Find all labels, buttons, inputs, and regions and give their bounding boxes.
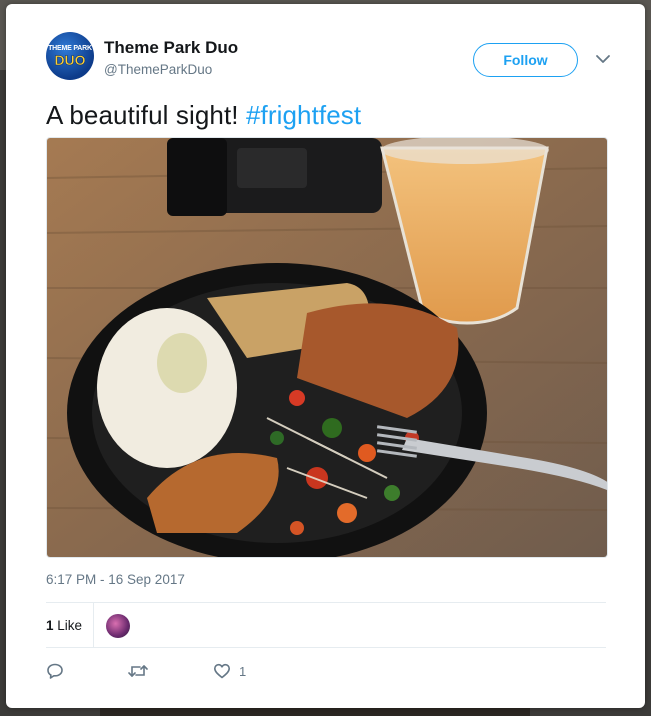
likes-label: Like [57, 618, 83, 633]
reply-button[interactable] [46, 660, 64, 682]
reply-icon [46, 662, 64, 680]
divider [46, 647, 606, 648]
like-button[interactable]: 1 [213, 660, 246, 682]
tweet-header: THEME PARK DUO Theme Park Duo @ThemePark… [46, 32, 616, 88]
author-handle[interactable]: @ThemeParkDuo [104, 62, 212, 77]
liker-avatar[interactable] [106, 614, 130, 638]
tweet-stats: 1 Like [46, 603, 606, 647]
likes-stat[interactable]: 1 Like [46, 618, 82, 633]
tweet-actions: 1 [46, 660, 346, 684]
avatar-text-bottom: DUO [54, 52, 86, 68]
author-name[interactable]: Theme Park Duo [104, 38, 238, 58]
stats-separator [93, 603, 94, 647]
hashtag-link[interactable]: #frightfest [246, 100, 361, 130]
follow-button[interactable]: Follow [473, 43, 578, 77]
likes-count: 1 [46, 618, 54, 633]
chevron-down-icon[interactable] [594, 52, 612, 66]
tweet-timestamp[interactable]: 6:17 PM - 16 Sep 2017 [46, 572, 185, 587]
tweet-text-body: A beautiful sight! [46, 100, 239, 130]
tweet-card: THEME PARK DUO Theme Park Duo @ThemePark… [6, 4, 645, 708]
retweet-button[interactable] [128, 660, 148, 682]
author-avatar[interactable]: THEME PARK DUO [46, 32, 94, 80]
heart-icon [213, 662, 231, 680]
like-action-count: 1 [239, 663, 247, 679]
tweet-text: A beautiful sight! #frightfest [46, 100, 361, 131]
tweet-photo[interactable] [46, 137, 608, 558]
retweet-icon [128, 662, 148, 680]
